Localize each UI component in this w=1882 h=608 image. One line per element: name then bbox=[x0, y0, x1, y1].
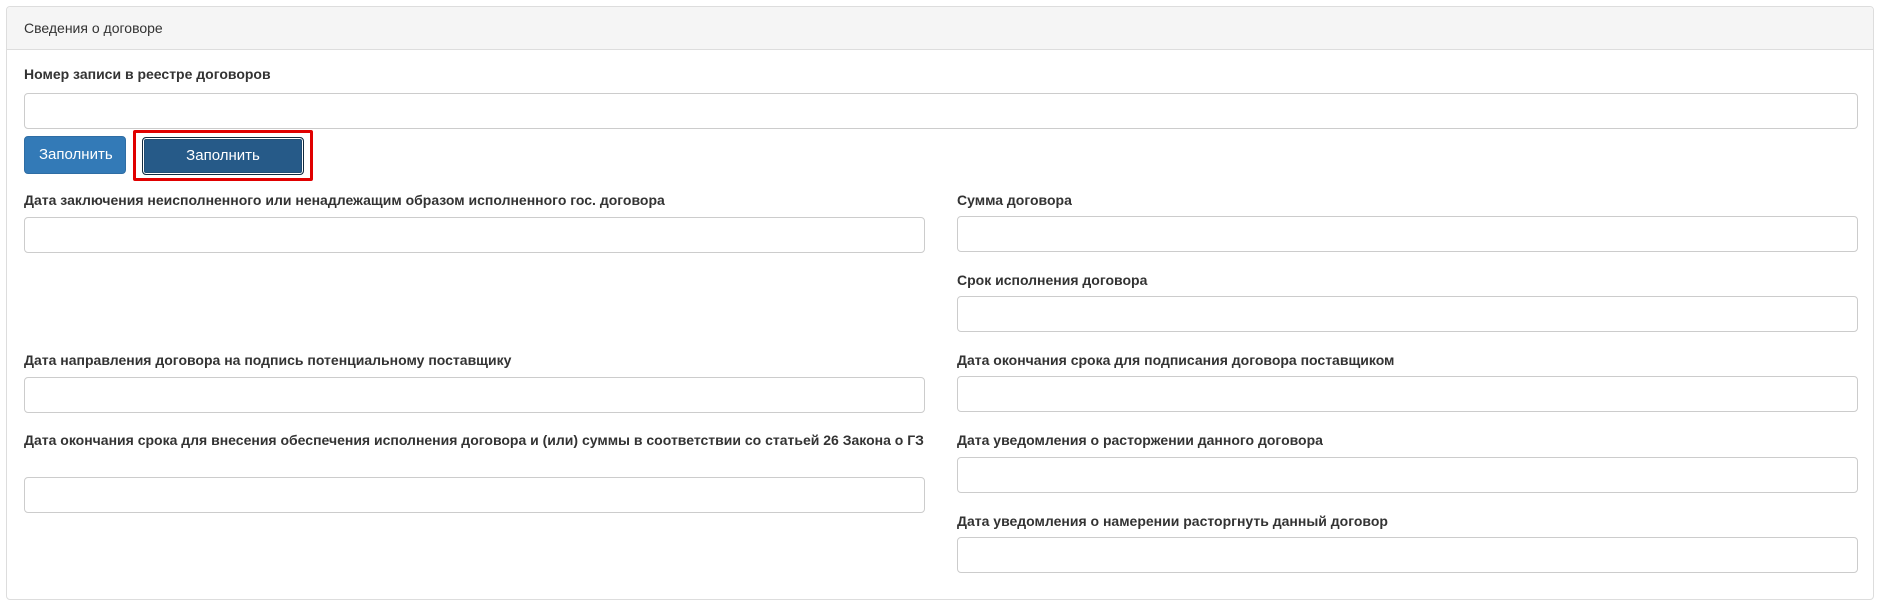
contract-info-panel: Сведения о договоре Номер записи в реест… bbox=[6, 6, 1874, 600]
signing-sent-date-input[interactable] bbox=[24, 377, 925, 413]
execution-term-label: Срок исполнения договора bbox=[957, 272, 1148, 288]
contract-sum-label: Сумма договора bbox=[957, 192, 1072, 208]
signing-deadline-label: Дата окончания срока для подписания дого… bbox=[957, 352, 1395, 368]
conclusion-date-input[interactable] bbox=[24, 217, 925, 253]
contract-sum-input[interactable] bbox=[957, 216, 1858, 252]
registry-number-input[interactable] bbox=[24, 93, 1858, 129]
signing-sent-date-label: Дата направления договора на подпись пот… bbox=[24, 352, 512, 368]
termination-intent-input[interactable] bbox=[957, 537, 1858, 573]
termination-notice-label: Дата уведомления о расторжении данного д… bbox=[957, 432, 1323, 448]
registry-number-label: Номер записи в реестре договоров bbox=[24, 66, 271, 82]
highlight-frame: Заполнить вручную bbox=[133, 130, 313, 200]
security-deadline-input[interactable] bbox=[24, 477, 925, 513]
conclusion-date-label: Дата заключения неисполненного или ненад… bbox=[24, 192, 665, 208]
fill-button[interactable]: Заполнить bbox=[24, 136, 126, 174]
fill-manually-button[interactable]: Заполнить вручную bbox=[142, 137, 304, 200]
signing-deadline-input[interactable] bbox=[957, 376, 1858, 412]
execution-term-input[interactable] bbox=[957, 296, 1858, 332]
panel-title: Сведения о договоре bbox=[7, 7, 1873, 50]
termination-notice-input[interactable] bbox=[957, 457, 1858, 493]
security-deadline-label: Дата окончания срока для внесения обеспе… bbox=[24, 432, 924, 448]
termination-intent-label: Дата уведомления о намерении расторгнуть… bbox=[957, 513, 1388, 529]
